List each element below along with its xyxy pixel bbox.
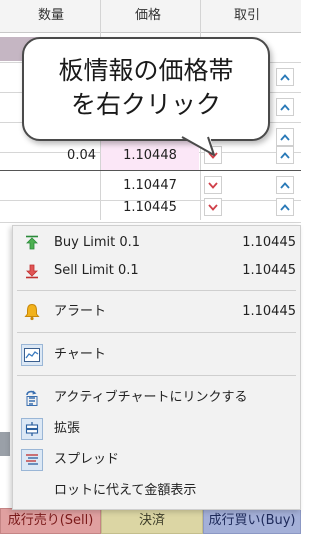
callout-line-1: 板情報の価格帯 — [58, 56, 234, 85]
depth-bar — [0, 432, 10, 456]
close-position-button[interactable]: 決済 — [101, 508, 203, 534]
menu-item-value: 1.10445 — [242, 304, 296, 319]
expand-icon — [21, 418, 43, 440]
volume-cell: 0.04 — [67, 148, 96, 163]
menu-item-label: ロットに代えて金額表示 — [54, 483, 197, 498]
buy-chevron-up-icon[interactable] — [276, 176, 294, 194]
column-header-trade: 取引 — [234, 8, 261, 23]
menu-item-spread[interactable]: スプレッド — [13, 446, 300, 474]
menu-item-label: チャート — [54, 347, 106, 362]
column-header-volume: 数量 — [38, 8, 65, 23]
chart-icon — [21, 344, 43, 366]
callout-line-2: を右クリック — [70, 90, 221, 119]
menu-item-value: 1.10445 — [242, 263, 296, 278]
menu-item-buy-limit[interactable]: Buy Limit 0.1 1.10445 — [13, 229, 300, 257]
table-row[interactable]: 0.04 1.10448 — [0, 141, 301, 171]
menu-item-amount-display[interactable]: ロットに代えて金額表示 — [13, 477, 300, 505]
buy-chevron-up-icon[interactable] — [276, 146, 294, 164]
menu-separator — [17, 375, 296, 376]
buy-chevron-up-icon[interactable] — [276, 98, 294, 116]
menu-separator — [17, 332, 296, 333]
menu-item-alert[interactable]: アラート 1.10445 — [13, 298, 300, 326]
buy-chevron-up-icon[interactable] — [276, 68, 294, 86]
menu-item-expand[interactable]: 拡張 — [13, 415, 300, 443]
menu-item-label: Sell Limit 0.1 — [54, 263, 139, 278]
menu-item-label: アクティブチャートにリンクする — [54, 390, 248, 405]
menu-item-label: アラート — [54, 304, 107, 319]
price-cell[interactable]: 1.10445 — [101, 193, 199, 222]
menu-separator — [17, 290, 296, 291]
buy-limit-arrow-icon — [21, 232, 43, 254]
sell-limit-arrow-icon — [21, 260, 43, 282]
menu-item-label: Buy Limit 0.1 — [54, 235, 141, 250]
table-row[interactable]: 1.10445 — [0, 193, 301, 223]
menu-item-value: 1.10445 — [242, 235, 296, 250]
depth-table-header: 数量 価格 取引 — [0, 0, 301, 33]
menu-item-sell-limit[interactable]: Sell Limit 0.1 1.10445 — [13, 257, 300, 285]
menu-item-chart[interactable]: チャート — [13, 341, 300, 369]
sell-chevron-down-icon[interactable] — [204, 198, 222, 216]
buy-chevron-up-icon[interactable] — [276, 198, 294, 216]
menu-item-label: 拡張 — [54, 421, 81, 436]
sell-chevron-down-icon[interactable] — [204, 176, 222, 194]
menu-item-link-chart[interactable]: アクティブチャートにリンクする — [13, 384, 300, 412]
column-header-price: 価格 — [135, 8, 162, 23]
market-sell-button[interactable]: 成行売り(Sell) — [0, 508, 101, 534]
menu-item-label: スプレッド — [54, 452, 120, 467]
market-buy-button[interactable]: 成行買い(Buy) — [203, 508, 301, 534]
spread-icon — [21, 449, 43, 471]
link-chart-icon — [21, 387, 43, 409]
bell-icon — [21, 301, 43, 323]
instruction-callout: 板情報の価格帯 を右クリック — [22, 37, 270, 141]
context-menu: Buy Limit 0.1 1.10445 Sell Limit 0.1 1.1… — [12, 225, 301, 510]
callout-tail-icon — [180, 135, 215, 156]
